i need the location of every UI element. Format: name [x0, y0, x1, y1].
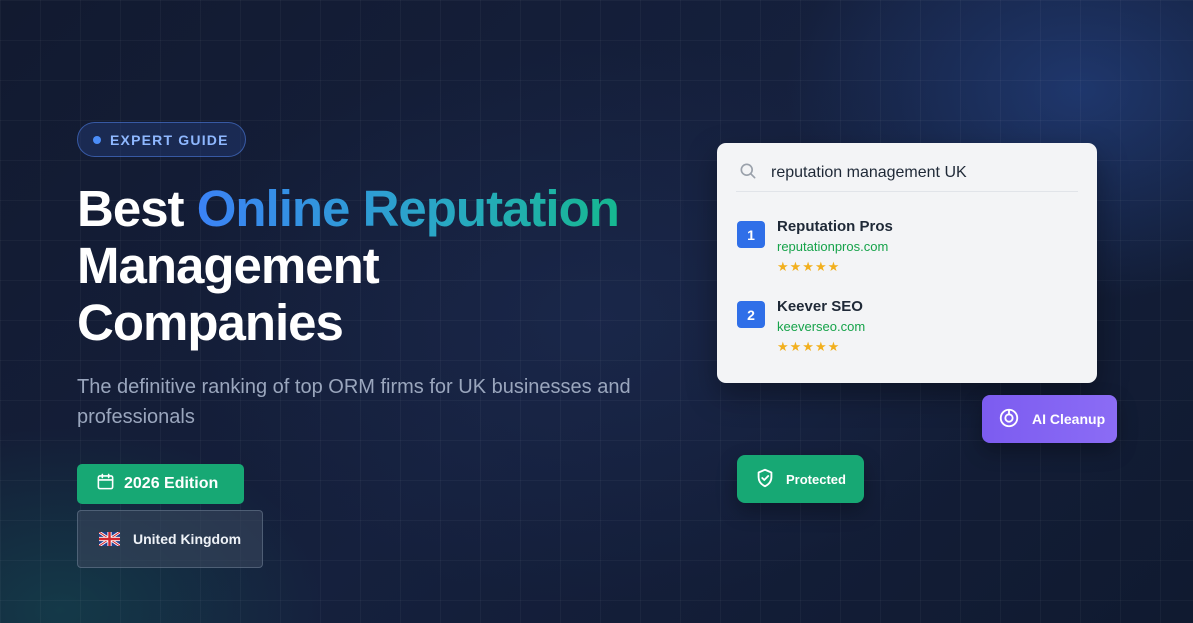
page-subtitle: The definitive ranking of top ORM firms … — [77, 376, 631, 428]
protected-label: Protected — [786, 471, 846, 487]
badge-dot-icon — [93, 135, 101, 144]
edition-label: 2026 Edition — [124, 475, 219, 492]
title-line-2: Management — [77, 237, 380, 294]
ai-cleanup-button[interactable]: AI Cleanup — [982, 395, 1117, 443]
search-results-card: reputation management UK 1 Reputation Pr… — [717, 143, 1097, 383]
result-title[interactable]: Keever SEO — [777, 298, 865, 316]
title-line-3: Companies — [77, 294, 344, 351]
page-title: Best Online Reputation Management Compan… — [77, 180, 620, 351]
title-part-plain: Best — [77, 180, 197, 237]
star-rating-icon: ★★★★★ — [777, 339, 841, 354]
search-result-item[interactable]: 2 Keever SEO keeverseo.com ★★★★★ — [737, 298, 865, 354]
rank-number: 2 — [737, 301, 765, 328]
ai-cleanup-label: AI Cleanup — [1032, 411, 1106, 427]
edition-badge: 2026 Edition — [77, 464, 244, 504]
search-query: reputation management UK — [771, 164, 967, 181]
title-part-highlight: Online Reputation — [196, 180, 620, 237]
result-title[interactable]: Reputation Pros — [777, 218, 893, 236]
expert-guide-badge: EXPERT GUIDE — [77, 122, 246, 157]
shield-check-icon — [754, 467, 776, 492]
country-label: United Kingdom — [133, 531, 242, 547]
ai-target-icon — [998, 407, 1020, 432]
result-info: Reputation Pros reputationpros.com ★★★★★ — [777, 218, 893, 274]
calendar-icon — [96, 472, 115, 496]
result-url[interactable]: reputationpros.com — [777, 239, 893, 255]
protected-button[interactable]: Protected — [737, 455, 864, 503]
country-badge: United Kingdom — [77, 510, 263, 568]
rank-number: 1 — [737, 221, 765, 248]
star-rating-icon: ★★★★★ — [777, 259, 841, 274]
search-result-item[interactable]: 1 Reputation Pros reputationpros.com ★★★… — [737, 218, 893, 274]
search-bar[interactable]: reputation management UK — [736, 155, 1078, 192]
uk-flag-icon — [99, 532, 120, 546]
search-icon — [738, 161, 758, 186]
result-url[interactable]: keeverseo.com — [777, 319, 865, 335]
result-info: Keever SEO keeverseo.com ★★★★★ — [777, 298, 865, 354]
badge-label: EXPERT GUIDE — [110, 131, 229, 148]
